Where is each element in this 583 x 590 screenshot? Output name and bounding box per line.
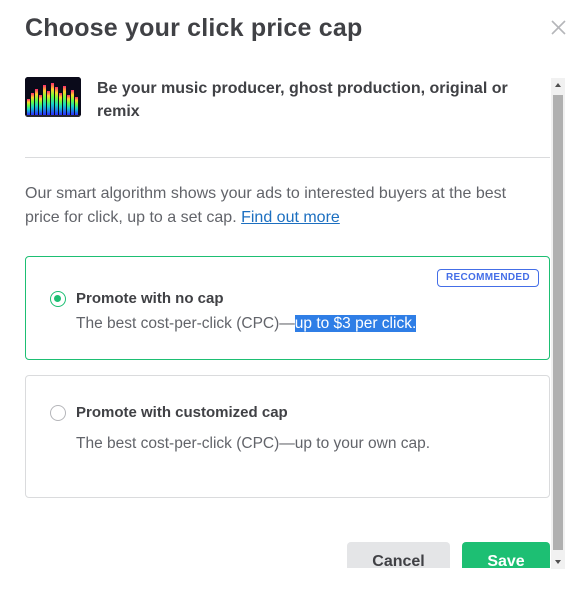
gig-title: Be your music producer, ghost production…: [97, 80, 508, 120]
close-icon[interactable]: [549, 18, 569, 38]
divider: [25, 157, 550, 158]
gig-thumbnail: [25, 77, 81, 117]
option-no-cap-desc-prefix: The best cost-per-click (CPC)—: [76, 315, 295, 332]
scroll-down-arrow-icon[interactable]: [551, 555, 565, 569]
scrollbar[interactable]: [551, 78, 565, 569]
option-no-cap[interactable]: Promote with no cap The best cost-per-cl…: [25, 256, 550, 360]
cancel-button[interactable]: Cancel: [347, 542, 450, 568]
recommended-badge: RECOMMENDED: [437, 269, 539, 287]
radio-no-cap[interactable]: [50, 291, 66, 307]
price-cap-modal: Choose your click price cap Be your musi…: [0, 0, 583, 590]
option-custom-cap[interactable]: Promote with customized cap The best cos…: [25, 375, 550, 498]
scrollbar-thumb[interactable]: [553, 95, 563, 550]
option-custom-cap-label: Promote with customized cap: [76, 404, 288, 421]
algorithm-description: Our smart algorithm shows your ads to in…: [25, 182, 545, 230]
option-no-cap-label: Promote with no cap: [76, 290, 224, 307]
option-no-cap-description: The best cost-per-click (CPC)—up to $3 p…: [76, 315, 417, 333]
equalizer-thumbnail: [25, 77, 81, 117]
option-no-cap-desc-highlight: up to $3 per click.: [294, 315, 417, 332]
find-out-more-link[interactable]: Find out more: [241, 209, 340, 226]
modal-body: Be your music producer, ghost production…: [0, 60, 551, 568]
modal-title: Choose your click price cap: [25, 14, 363, 42]
scroll-up-arrow-icon[interactable]: [551, 78, 565, 92]
radio-custom-cap[interactable]: [50, 405, 66, 421]
option-custom-cap-description: The best cost-per-click (CPC)—up to your…: [76, 435, 431, 452]
save-button[interactable]: Save: [462, 542, 550, 568]
